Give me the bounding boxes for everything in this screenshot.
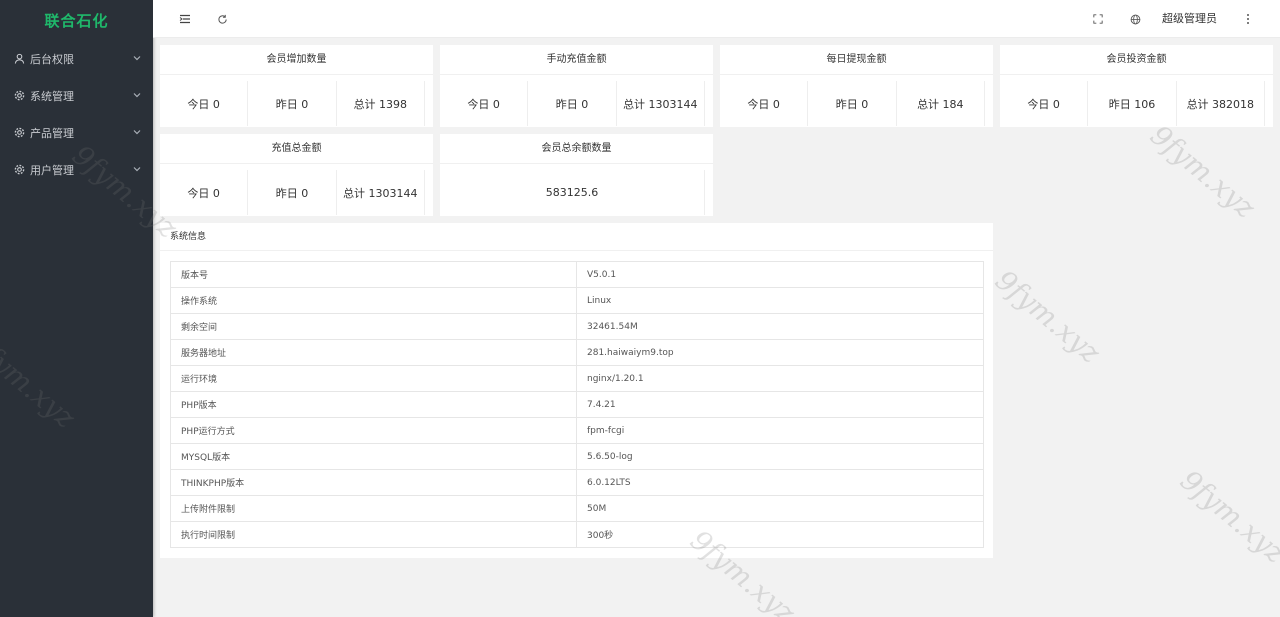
sidebar-item-system-management[interactable]: 系统管理 <box>0 77 153 114</box>
table-row: 操作系统 Linux <box>170 287 984 314</box>
sidebar-item-label: 产品管理 <box>30 126 74 140</box>
info-value: 6.0.12LTS <box>576 469 984 496</box>
stat-card-member-growth: 会员增加数量 今日 0 昨日 0 总计 1398 <box>160 45 433 127</box>
gear-icon <box>13 127 25 139</box>
stat-today: 今日 0 <box>440 81 529 126</box>
stat-yesterday: 昨日 0 <box>808 81 897 126</box>
stat-card-total-recharge: 充值总金额 今日 0 昨日 0 总计 1303144 <box>160 134 433 216</box>
info-key: 服务器地址 <box>170 339 577 366</box>
stat-value: 583125.6 <box>440 170 705 215</box>
stat-card-title: 会员增加数量 <box>160 45 433 75</box>
table-row: THINKPHP版本 6.0.12LTS <box>170 469 984 496</box>
brand-logo: 联合石化 <box>44 12 109 30</box>
sidebar-item-product-management[interactable]: 产品管理 <box>0 114 153 151</box>
stat-total: 总计 1303144 <box>617 81 705 126</box>
table-row: 服务器地址 281.haiwaiym9.top <box>170 339 984 366</box>
info-key: 剩余空间 <box>170 313 577 340</box>
sidebar: 联合石化 后台权限 系统管理 产品管理 用户管理 <box>0 0 153 617</box>
table-row: 运行环境 nginx/1.20.1 <box>170 365 984 392</box>
admin-user-menu[interactable]: 超级管理员 <box>1162 0 1217 38</box>
stat-card-member-balance: 会员总余额数量 583125.6 <box>440 134 713 216</box>
stat-total: 总计 184 <box>897 81 985 126</box>
chevron-down-icon <box>132 127 142 137</box>
table-row: 剩余空间 32461.54M <box>170 313 984 340</box>
sidebar-item-user-management[interactable]: 用户管理 <box>0 151 153 188</box>
info-key: 上传附件限制 <box>170 495 577 522</box>
info-key: PHP版本 <box>170 391 577 418</box>
stat-yesterday: 昨日 106 <box>1088 81 1177 126</box>
sidebar-item-label: 用户管理 <box>30 163 74 177</box>
stat-today: 今日 0 <box>160 170 249 215</box>
stat-card-daily-withdrawal: 每日提现金额 今日 0 昨日 0 总计 184 <box>720 45 993 127</box>
stat-today: 今日 0 <box>160 81 249 126</box>
top-header: 超级管理员 <box>153 0 1280 38</box>
stat-total: 总计 1303144 <box>337 170 425 215</box>
sidebar-item-admin-permissions[interactable]: 后台权限 <box>0 40 153 77</box>
watermark: 9fym.xyz <box>989 263 1107 370</box>
info-key: 操作系统 <box>170 287 577 314</box>
info-key: MYSQL版本 <box>170 443 577 470</box>
info-value: V5.0.1 <box>576 261 984 288</box>
stat-today: 今日 0 <box>1000 81 1089 126</box>
stat-total: 总计 1398 <box>337 81 425 126</box>
sidebar-item-label: 系统管理 <box>30 89 74 103</box>
info-value: 281.haiwaiym9.top <box>576 339 984 366</box>
more-vertical-icon[interactable] <box>1240 0 1256 38</box>
stat-card-title: 会员总余额数量 <box>440 134 713 164</box>
table-row: 执行时间限制 300秒 <box>170 521 984 548</box>
stat-today: 今日 0 <box>720 81 809 126</box>
table-row: 版本号 V5.0.1 <box>170 261 984 288</box>
globe-icon[interactable] <box>1127 0 1143 38</box>
stat-card-manual-recharge: 手动充值金额 今日 0 昨日 0 总计 1303144 <box>440 45 713 127</box>
stat-yesterday: 昨日 0 <box>248 170 337 215</box>
chevron-down-icon <box>132 164 142 174</box>
info-value: Linux <box>576 287 984 314</box>
info-key: PHP运行方式 <box>170 417 577 444</box>
info-key: 版本号 <box>170 261 577 288</box>
stat-card-title: 会员投资金额 <box>1000 45 1273 75</box>
info-value: fpm-fcgi <box>576 417 984 444</box>
info-key: 运行环境 <box>170 365 577 392</box>
stat-yesterday: 昨日 0 <box>528 81 617 126</box>
refresh-icon[interactable] <box>214 0 230 38</box>
info-value: 50M <box>576 495 984 522</box>
info-value: nginx/1.20.1 <box>576 365 984 392</box>
info-value: 5.6.50-log <box>576 443 984 470</box>
table-row: PHP版本 7.4.21 <box>170 391 984 418</box>
stat-card-member-investment: 会员投资金额 今日 0 昨日 106 总计 382018 <box>1000 45 1273 127</box>
system-info-title: 系统信息 <box>160 223 993 251</box>
info-value: 7.4.21 <box>576 391 984 418</box>
user-icon <box>13 53 25 65</box>
gear-icon <box>13 90 25 102</box>
system-info-panel: 系统信息 版本号 V5.0.1 操作系统 Linux 剩余空间 32461.54M 服务器地… <box>160 223 993 558</box>
stat-card-title: 手动充值金额 <box>440 45 713 75</box>
stat-total: 总计 382018 <box>1177 81 1265 126</box>
info-key: THINKPHP版本 <box>170 469 577 496</box>
table-row: PHP运行方式 fpm-fcgi <box>170 417 984 444</box>
info-value: 300秒 <box>576 521 984 548</box>
table-row: MYSQL版本 5.6.50-log <box>170 443 984 470</box>
watermark: 9fym.xyz <box>1144 118 1262 225</box>
info-value: 32461.54M <box>576 313 984 340</box>
watermark: 9fym.xyz <box>1174 463 1280 570</box>
chevron-down-icon <box>132 53 142 63</box>
info-key: 执行时间限制 <box>170 521 577 548</box>
stat-card-title: 充值总金额 <box>160 134 433 164</box>
fullscreen-icon[interactable] <box>1090 0 1106 38</box>
chevron-down-icon <box>132 90 142 100</box>
gear-icon <box>13 164 25 176</box>
stat-yesterday: 昨日 0 <box>248 81 337 126</box>
table-row: 上传附件限制 50M <box>170 495 984 522</box>
sidebar-item-label: 后台权限 <box>30 52 74 66</box>
stat-card-title: 每日提现金额 <box>720 45 993 75</box>
system-info-table: 版本号 V5.0.1 操作系统 Linux 剩余空间 32461.54M 服务器地址 281.… <box>170 261 984 548</box>
menu-toggle-icon[interactable] <box>177 0 193 38</box>
